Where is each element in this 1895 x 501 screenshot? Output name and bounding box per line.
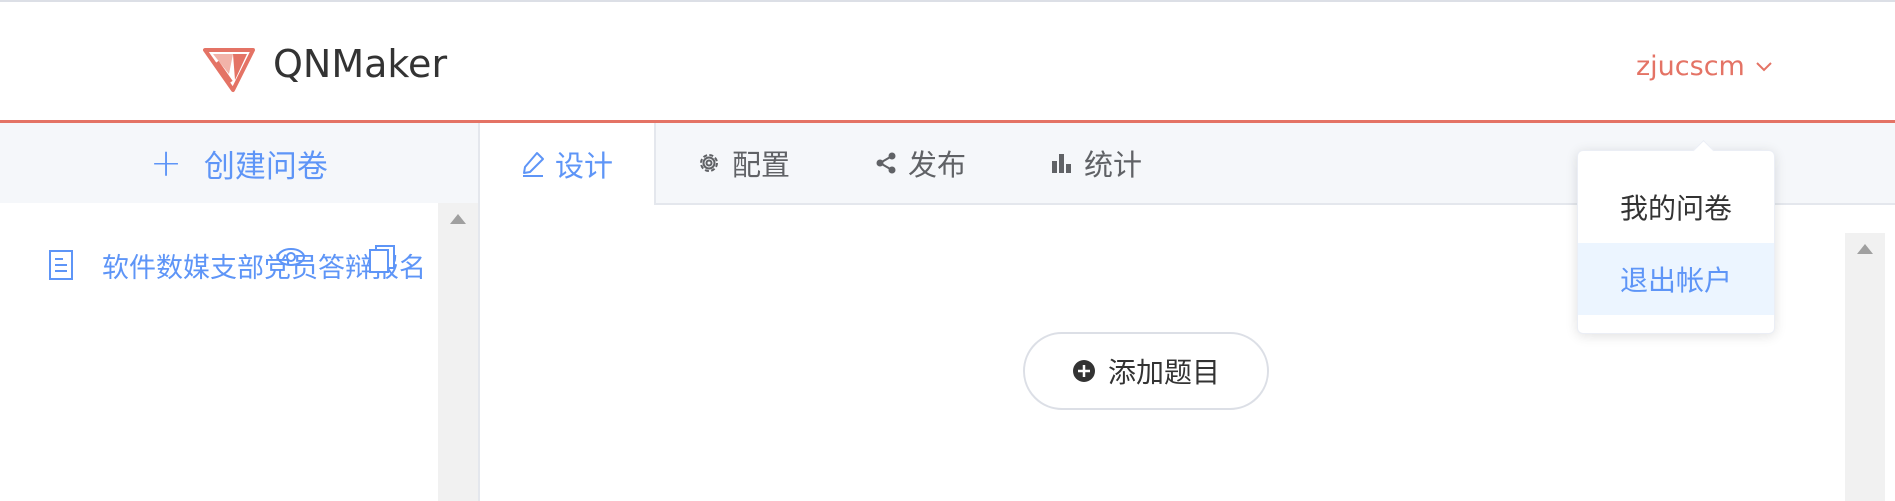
tab-design-label: 设计 (554, 149, 613, 183)
bar-chart-icon (1052, 154, 1071, 173)
user-name[interactable]: zjucscm (1636, 50, 1745, 84)
share-icon (876, 152, 896, 174)
user-dropdown-menu: 我的问卷 退出帐户 (1577, 139, 1775, 334)
document-icon (49, 250, 73, 280)
menu-item-logout[interactable]: 退出帐户 (1578, 243, 1774, 315)
plus-icon: + (150, 141, 182, 185)
tab-settings[interactable]: 配置 (696, 123, 790, 203)
create-survey-label: 创建问卷 (203, 148, 328, 185)
qnmaker-logo-icon[interactable] (203, 42, 255, 94)
gear-icon (700, 154, 718, 172)
tab-publish-label: 发布 (908, 148, 967, 182)
scroll-up-arrow-icon[interactable] (1856, 243, 1874, 255)
menu-item-my-surveys[interactable]: 我的问卷 (1578, 171, 1774, 243)
user-menu-trigger[interactable]: zjucscm (1636, 50, 1773, 84)
add-question-label: 添加题目 (1107, 356, 1220, 389)
create-survey-button[interactable]: + 创建问卷 (0, 123, 478, 203)
app-header: QNMaker zjucscm (0, 2, 1895, 123)
plus-circle-icon (1072, 360, 1095, 382)
tab-settings-label: 配置 (732, 148, 791, 182)
tab-design[interactable]: 设计 (480, 123, 656, 205)
pencil-icon (522, 152, 544, 177)
main-scrollbar[interactable] (1845, 233, 1885, 501)
preview-eye-icon[interactable] (276, 247, 306, 267)
sidebar: + 创建问卷 软件数媒支部党员答辩报名 (0, 123, 478, 501)
chevron-down-icon[interactable] (1755, 61, 1773, 73)
sidebar-scrollbar[interactable] (438, 203, 478, 501)
app-title[interactable]: QNMaker (273, 40, 447, 88)
copy-icon[interactable] (368, 244, 396, 274)
tab-publish[interactable]: 发布 (874, 123, 966, 203)
tab-statistics-label: 统计 (1084, 148, 1143, 182)
scroll-up-arrow-icon[interactable] (449, 213, 467, 225)
tab-statistics[interactable]: 统计 (1050, 123, 1142, 203)
add-question-button[interactable]: 添加题目 (1023, 332, 1269, 410)
